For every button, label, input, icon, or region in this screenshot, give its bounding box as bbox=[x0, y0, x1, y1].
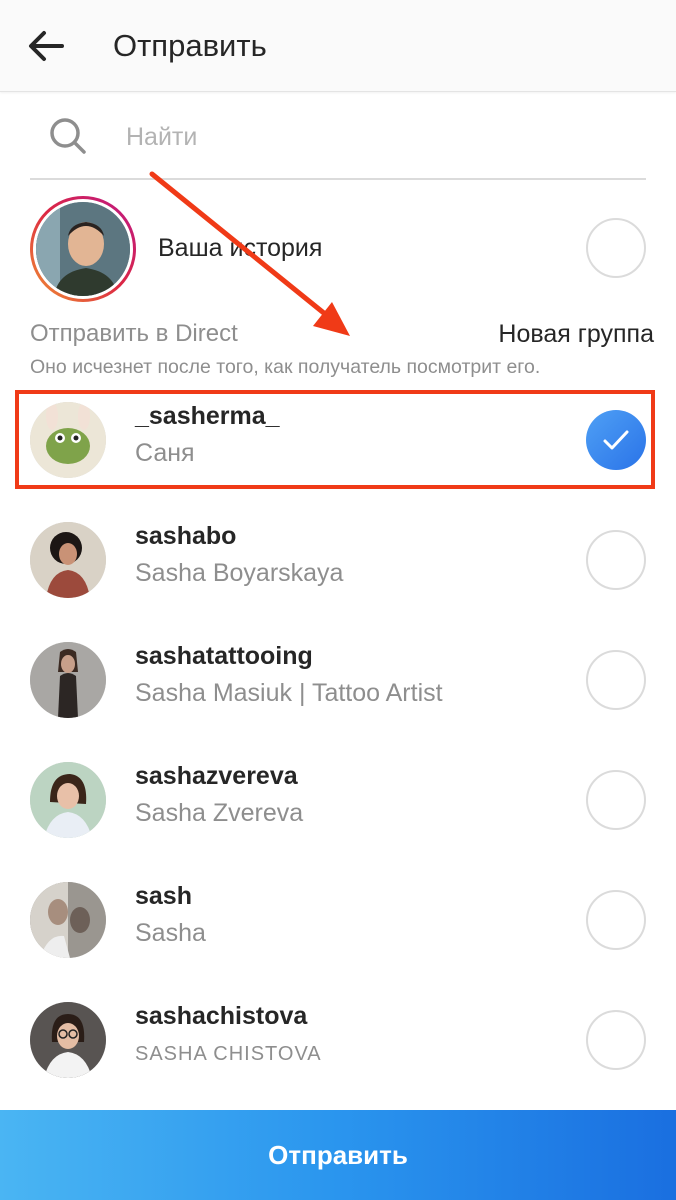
your-story-label: Ваша история bbox=[158, 234, 323, 262]
checkmark-icon bbox=[603, 430, 629, 450]
user-row[interactable]: sashatattooing Sasha Masiuk | Tattoo Art… bbox=[0, 620, 676, 738]
username: sashazvereva bbox=[135, 762, 298, 790]
username: sashabo bbox=[135, 522, 237, 550]
page-title: Отправить bbox=[113, 28, 267, 63]
new-group-link[interactable]: Новая группа bbox=[498, 320, 654, 349]
user-row[interactable]: sashabo Sasha Boyarskaya bbox=[0, 500, 676, 618]
username: sashatattooing bbox=[135, 642, 313, 670]
full-name: Саня bbox=[135, 439, 195, 467]
send-button[interactable]: Отправить bbox=[0, 1110, 676, 1200]
send-to-direct-label: Отправить в Direct bbox=[30, 320, 238, 347]
selected-check-button[interactable] bbox=[586, 410, 646, 470]
username: sash bbox=[135, 882, 192, 910]
full-name: SASHA CHISTOVA bbox=[135, 1043, 322, 1065]
search-input[interactable] bbox=[126, 114, 626, 160]
user-avatar bbox=[30, 522, 106, 598]
search-icon bbox=[48, 116, 88, 156]
user-row[interactable]: _sasherma_ Саня bbox=[0, 380, 676, 498]
user-row[interactable]: sash Sasha bbox=[0, 860, 676, 978]
story-avatar bbox=[36, 202, 130, 296]
direct-disappear-note: Оно исчезнет после того, как получатель … bbox=[30, 356, 541, 378]
send-button-label: Отправить bbox=[268, 1140, 408, 1170]
direct-section-header: Отправить в Direct Новая группа bbox=[30, 318, 654, 354]
your-story-row[interactable]: Ваша история bbox=[0, 190, 676, 306]
full-name: Sasha Zvereva bbox=[135, 799, 304, 827]
user-avatar bbox=[30, 762, 106, 838]
full-name: Sasha bbox=[135, 919, 206, 947]
user-avatar bbox=[30, 1002, 106, 1078]
top-app-bar: Отправить bbox=[0, 0, 676, 92]
select-circle[interactable] bbox=[586, 890, 646, 950]
user-avatar bbox=[30, 402, 106, 478]
full-name: Sasha Boyarskaya bbox=[135, 559, 344, 587]
back-arrow-icon[interactable] bbox=[24, 26, 68, 66]
username: _sasherma_ bbox=[135, 402, 280, 430]
select-circle[interactable] bbox=[586, 1010, 646, 1070]
story-select-circle[interactable] bbox=[586, 218, 646, 278]
story-avatar-ring bbox=[30, 196, 136, 302]
user-row[interactable]: sashazvereva Sasha Zvereva bbox=[0, 740, 676, 858]
full-name: Sasha Masiuk | Tattoo Artist bbox=[135, 679, 443, 707]
user-avatar bbox=[30, 882, 106, 958]
user-avatar bbox=[30, 642, 106, 718]
search-bar bbox=[30, 100, 646, 180]
select-circle[interactable] bbox=[586, 770, 646, 830]
select-circle[interactable] bbox=[586, 530, 646, 590]
user-row[interactable]: sashachistova SASHA CHISTOVA bbox=[0, 980, 676, 1098]
username: sashachistova bbox=[135, 1002, 308, 1030]
select-circle[interactable] bbox=[586, 650, 646, 710]
